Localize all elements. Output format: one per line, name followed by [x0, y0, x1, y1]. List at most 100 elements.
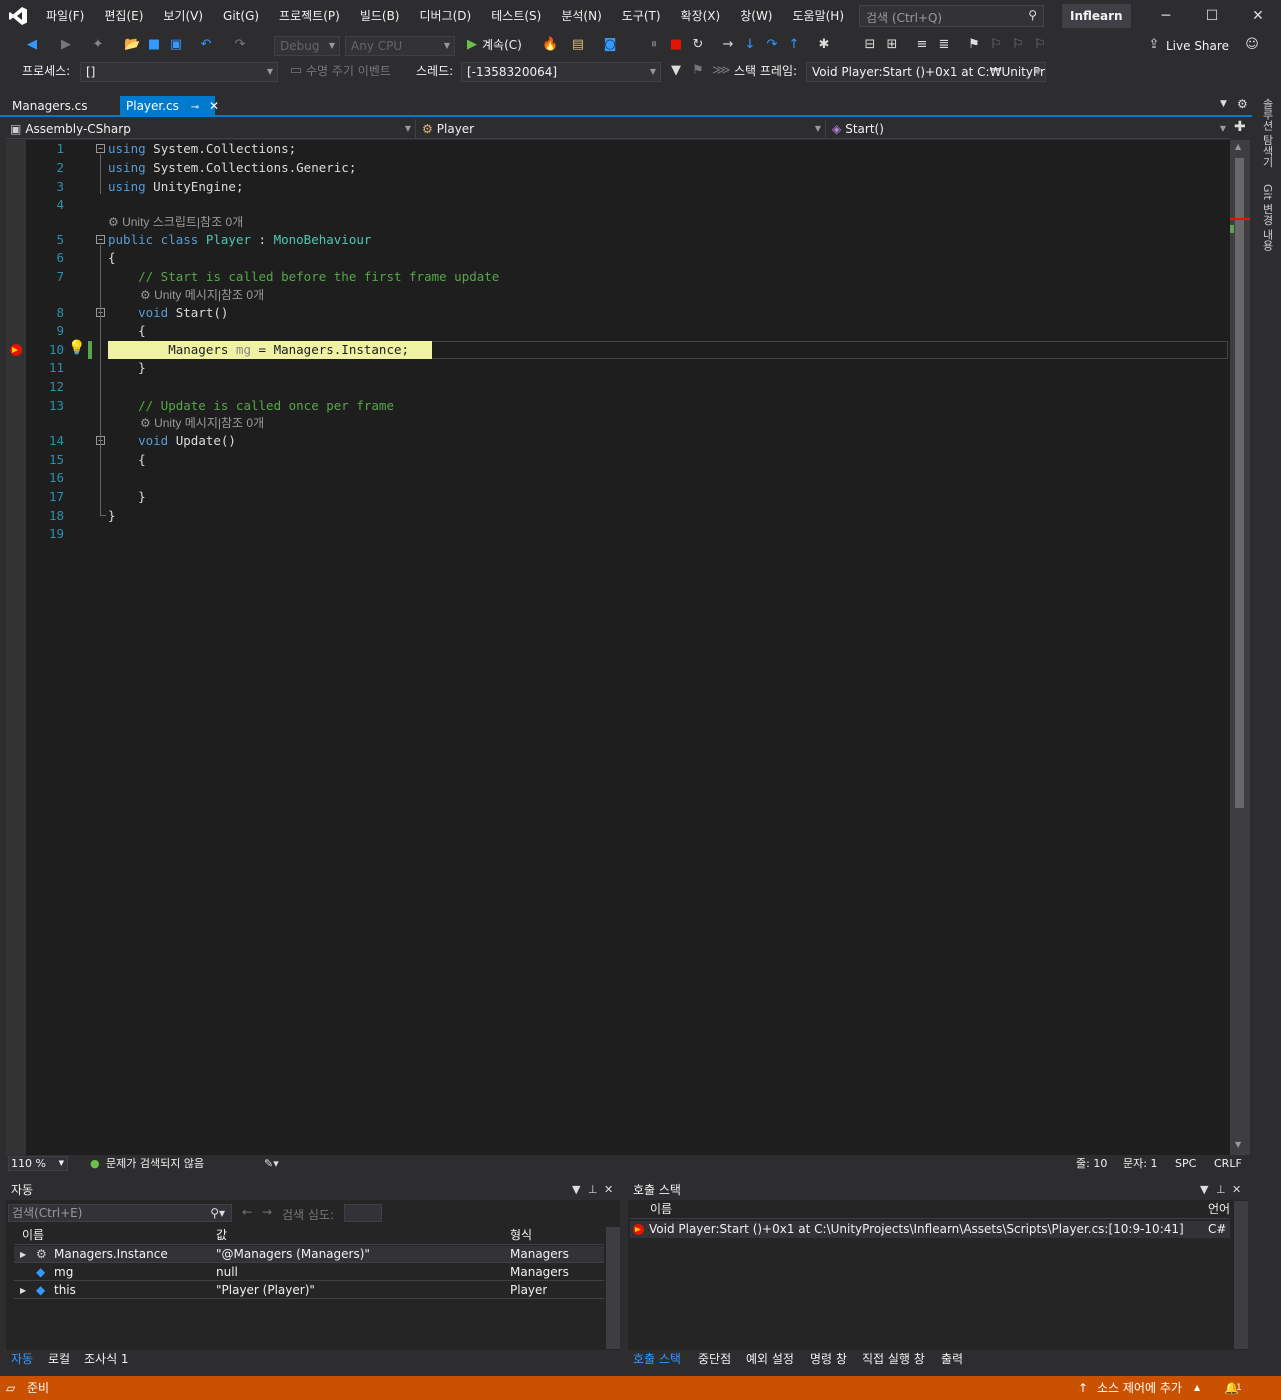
- pin-icon[interactable]: ⊸: [191, 102, 199, 113]
- stackframe-select[interactable]: Void Player:Start ()+0x1 at C:₩UnityProj…: [806, 62, 1046, 82]
- hex-display-icon[interactable]: ✱: [816, 37, 832, 53]
- continue-button[interactable]: 계속(C): [482, 35, 522, 55]
- flag-thread-icon[interactable]: ⚑: [690, 63, 706, 79]
- close-window-icon[interactable]: ✕: [1232, 1180, 1241, 1200]
- autos-search-input[interactable]: 검색(Ctrl+E) ⚲▾: [8, 1204, 232, 1222]
- fold-toggle-icon[interactable]: −: [96, 235, 105, 244]
- platform-select[interactable]: Any CPU ▼: [345, 36, 455, 56]
- table-row[interactable]: ▶ ◆ this "Player (Player)" Player: [14, 1282, 604, 1299]
- lifecycle-events-button[interactable]: 수명 주기 이벤트: [306, 61, 391, 81]
- col-name[interactable]: 이름: [22, 1227, 44, 1244]
- col-language[interactable]: 언어: [1208, 1201, 1230, 1218]
- open-file-icon[interactable]: 📂: [124, 37, 140, 53]
- save-all-icon[interactable]: ▣: [168, 37, 184, 53]
- codelens-unity-message-start[interactable]: ⚙ Unity 메시지|참조 0개: [140, 287, 264, 303]
- redo-icon[interactable]: ↷: [232, 37, 248, 53]
- thread-select[interactable]: [-1358320064] ▼: [461, 62, 661, 82]
- diagnostics-icon[interactable]: ◙: [602, 37, 618, 53]
- tab-breakpoints[interactable]: 중단점: [698, 1348, 731, 1370]
- side-tab-git-changes[interactable]: Git 변경 내용: [1259, 184, 1275, 251]
- scroll-down-icon[interactable]: ▼: [1235, 1140, 1241, 1149]
- menu-project[interactable]: 프로젝트(P): [269, 0, 350, 32]
- prev-bookmark-icon[interactable]: ⚐: [988, 37, 1004, 53]
- menu-help[interactable]: 도움말(H): [783, 0, 855, 32]
- menu-window[interactable]: 창(W): [730, 0, 782, 32]
- menu-edit[interactable]: 편집(E): [94, 0, 153, 32]
- tab-command-window[interactable]: 명령 창: [810, 1348, 847, 1370]
- restart-icon[interactable]: ↻: [690, 37, 706, 53]
- line-indicator[interactable]: 줄: 10: [1076, 1155, 1107, 1172]
- window-position-icon[interactable]: ▼: [572, 1180, 580, 1200]
- side-tab-solution-explorer[interactable]: 솔루션 탐색기: [1259, 98, 1275, 168]
- glyph-margin[interactable]: [6, 140, 26, 1155]
- save-icon[interactable]: ■: [146, 37, 162, 53]
- tab-output[interactable]: 출력: [941, 1348, 963, 1370]
- line-ending-indicator[interactable]: CRLF: [1214, 1155, 1242, 1172]
- codelens-unity-script[interactable]: ⚙ Unity 스크립트|참조 0개: [108, 214, 243, 230]
- feedback-icon[interactable]: ☺: [1244, 37, 1260, 53]
- close-window-button[interactable]: ✕: [1235, 0, 1281, 32]
- column-indicator[interactable]: 문자: 1: [1123, 1155, 1157, 1172]
- expand-icon[interactable]: ▶: [20, 1246, 26, 1263]
- breakpoint-current-icon[interactable]: [9, 343, 23, 357]
- source-control-dropdown-icon[interactable]: ▲: [1194, 1376, 1200, 1400]
- whitespace-indicator[interactable]: SPC: [1175, 1155, 1196, 1172]
- settings-gear-icon[interactable]: ⚙: [1237, 97, 1248, 111]
- zoom-select[interactable]: 110 % ▼: [8, 1156, 68, 1171]
- code-editor[interactable]: 💡 1 2 3 4 5 6 7 8 9 10 11 12 13 14 15 16…: [6, 140, 1230, 1155]
- indent-icon[interactable]: ≡: [914, 37, 930, 53]
- table-row[interactable]: ◆ mg null Managers: [14, 1264, 604, 1281]
- split-editor-icon[interactable]: ✚: [1234, 119, 1246, 135]
- expand-threads-icon[interactable]: ⋙: [712, 63, 731, 79]
- fold-toggle-icon[interactable]: −: [96, 144, 105, 153]
- new-project-icon[interactable]: ✦: [90, 37, 106, 53]
- navigate-back-icon[interactable]: ◀: [24, 37, 40, 53]
- search-back-icon[interactable]: ←: [242, 1205, 252, 1219]
- uncomment-icon[interactable]: ⊞: [884, 37, 900, 53]
- tab-locals[interactable]: 로컬: [48, 1348, 70, 1370]
- tab-managers-cs[interactable]: Managers.cs: [6, 96, 94, 117]
- step-into-icon[interactable]: ↓: [742, 37, 758, 53]
- step-over-icon[interactable]: ↷: [764, 37, 780, 53]
- autos-scrollbar[interactable]: [606, 1227, 620, 1349]
- issues-status[interactable]: 문제가 검색되지 않음: [106, 1155, 204, 1172]
- search-forward-icon[interactable]: →: [262, 1205, 272, 1219]
- bookmark-icon[interactable]: ⚑: [966, 37, 982, 53]
- project-dropdown[interactable]: ▣ Assembly-CSharp ▼: [6, 119, 416, 139]
- undo-icon[interactable]: ↶: [198, 37, 214, 53]
- maximize-button[interactable]: ☐: [1189, 0, 1235, 32]
- tab-autos[interactable]: 자동: [11, 1348, 33, 1370]
- menu-extensions[interactable]: 확장(X): [671, 0, 731, 32]
- pin-window-icon[interactable]: ⊥: [1216, 1180, 1226, 1200]
- visual-studio-logo-icon[interactable]: [0, 0, 36, 32]
- editor-scrollbar[interactable]: ▲ ▼: [1230, 140, 1250, 1155]
- menu-git[interactable]: Git(G): [213, 0, 269, 32]
- break-all-icon[interactable]: ⏸: [646, 37, 662, 53]
- next-bookmark-icon[interactable]: ⚐: [1010, 37, 1026, 53]
- tab-call-stack[interactable]: 호출 스택: [633, 1348, 681, 1370]
- close-window-icon[interactable]: ✕: [604, 1180, 613, 1200]
- continue-icon[interactable]: ▶: [464, 37, 480, 53]
- codelens-unity-message-update[interactable]: ⚙ Unity 메시지|참조 0개: [140, 415, 264, 431]
- menu-view[interactable]: 보기(V): [153, 0, 213, 32]
- hot-reload-icon[interactable]: 🔥: [542, 37, 558, 53]
- col-type[interactable]: 형식: [510, 1227, 532, 1244]
- menu-build[interactable]: 빌드(B): [350, 0, 410, 32]
- menu-debug[interactable]: 디버그(D): [410, 0, 482, 32]
- comment-icon[interactable]: ⊟: [862, 37, 878, 53]
- navigate-forward-icon[interactable]: ▶: [58, 37, 74, 53]
- process-select[interactable]: [] ▼: [80, 62, 278, 82]
- tab-player-cs[interactable]: Player.cs ⊸ ✕: [120, 96, 219, 117]
- search-depth-select[interactable]: [344, 1204, 382, 1222]
- table-row[interactable]: Void Player:Start ()+0x1 at C:\UnityProj…: [630, 1221, 1230, 1238]
- code-cleanup-icon[interactable]: ✎▾: [264, 1155, 279, 1172]
- live-share-button[interactable]: Live Share: [1166, 36, 1229, 56]
- menu-analyze[interactable]: 분석(N): [551, 0, 611, 32]
- tab-immediate-window[interactable]: 직접 실행 창: [862, 1348, 925, 1370]
- menu-file[interactable]: 파일(F): [36, 0, 94, 32]
- stop-debugging-icon[interactable]: ■: [668, 37, 684, 53]
- attach-icon[interactable]: ▤: [570, 37, 586, 53]
- scroll-thumb[interactable]: [1235, 158, 1244, 808]
- table-row[interactable]: ▶ ⚙ Managers.Instance "@Managers (Manage…: [14, 1246, 604, 1263]
- configuration-select[interactable]: Debug ▼: [274, 36, 340, 56]
